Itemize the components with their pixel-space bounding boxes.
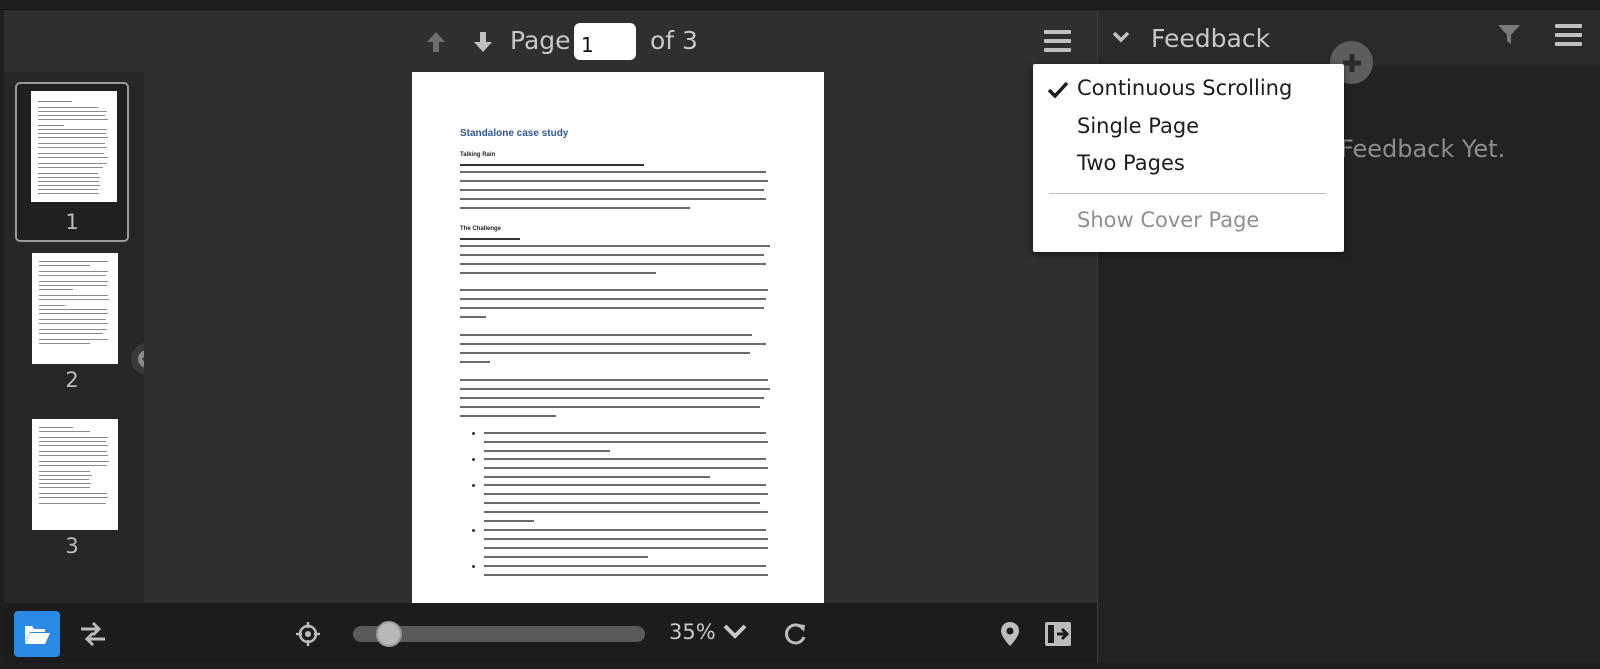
chevron-down-icon [1112,31,1130,43]
swap-arrows-icon [81,621,105,647]
fit-page-button[interactable] [285,611,331,657]
rotate-button[interactable] [772,611,818,657]
open-file-button[interactable] [14,611,60,657]
page-count: of 3 [650,26,698,55]
thumbnail-label: 1 [65,210,79,234]
thumbnail-image [32,253,118,364]
filter-button[interactable] [1496,22,1522,48]
thumbnail-page-2[interactable]: 2 [15,252,129,402]
menu-separator [1049,193,1326,194]
app-window: Page of 3 1 2 [0,0,1600,669]
arrow-up-icon [427,32,445,52]
document-canvas[interactable]: Standalone case study Talking Rain The C… [144,72,1097,603]
menu-item-show-cover-page[interactable]: Show Cover Page [1077,206,1259,234]
checkmark-icon [1047,81,1069,99]
thumbnail-label: 2 [65,368,79,392]
document-heading: Talking Rain [460,152,496,158]
bottom-toolbar: 35% [4,603,1097,663]
previous-page-button[interactable] [420,26,452,58]
next-page-button[interactable] [467,26,499,58]
crosshair-icon [296,622,320,646]
swap-button[interactable] [70,611,116,657]
feedback-empty-message: Feedback Yet. [1340,135,1506,163]
thumbnail-page-1[interactable]: 1 [15,82,129,242]
viewer-toolbar: Page of 3 [4,10,1097,72]
arrow-down-icon [474,32,492,52]
view-menu-button[interactable] [1040,26,1078,58]
chevron-down-icon [723,624,747,639]
hamburger-icon [1555,24,1582,28]
thumbnail-page-3[interactable]: 3 [15,418,129,568]
document-page: Standalone case study Talking Rain The C… [412,72,824,603]
thumbnail-image [32,419,118,530]
folder-open-icon [25,626,50,644]
hamburger-icon [1044,30,1071,34]
collapse-feedback-button[interactable] [1110,26,1138,54]
zoom-slider-handle[interactable] [376,621,403,647]
document-title: Standalone case study [460,128,569,139]
page-label: Page [510,26,571,55]
toggle-panel-button[interactable] [1035,611,1081,657]
thumbnail-image [31,91,117,202]
panel-toggle-icon [1045,622,1071,646]
filter-icon [1498,25,1520,44]
location-button[interactable] [987,611,1033,657]
map-pin-icon [1001,622,1019,646]
zoom-slider[interactable] [353,621,645,647]
document-viewer: Page of 3 1 2 [4,10,1097,663]
thumbnail-panel: 1 2 3 [4,72,144,603]
zoom-value: 35% [669,620,716,644]
feedback-menu-button[interactable] [1551,22,1583,52]
zoom-dropdown[interactable]: 35% [669,620,748,644]
page-number-input[interactable] [574,23,636,60]
rotate-icon [785,623,806,645]
menu-item-single-page[interactable]: Single Page [1077,112,1199,140]
view-mode-menu: Continuous Scrolling Single Page Two Pag… [1033,64,1344,252]
window-top-strip [0,0,1600,10]
menu-item-two-pages[interactable]: Two Pages [1077,149,1185,177]
thumbnail-label: 3 [65,534,79,558]
feedback-title: Feedback [1151,24,1271,53]
document-heading: The Challenge [460,226,502,232]
menu-item-continuous-scrolling[interactable]: Continuous Scrolling [1077,74,1292,102]
